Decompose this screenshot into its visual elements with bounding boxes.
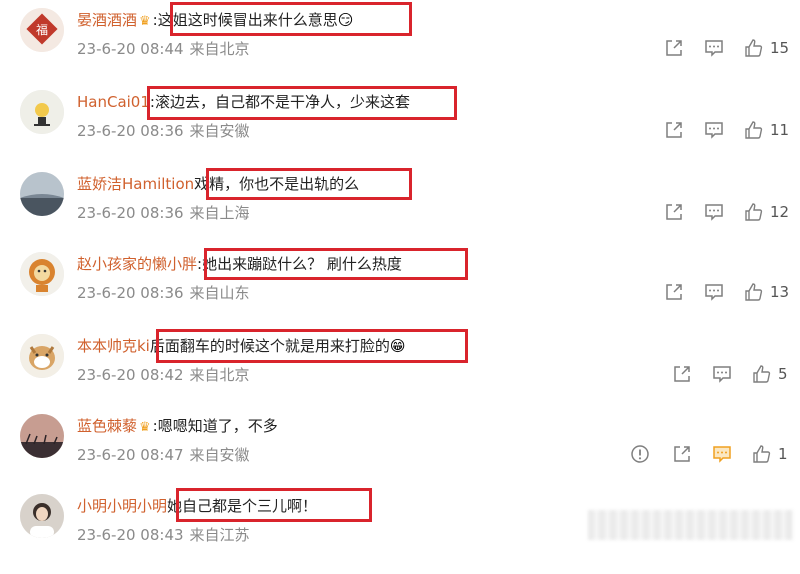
comment-meta: 23-6-20 08:43 来自江苏 [77,524,250,545]
comment-text: 后面翻车的时候这个就是用来打脸的 [149,337,390,355]
share-icon[interactable] [672,364,692,384]
comment-text: 戏精，你也不是出轨的么 [194,175,360,193]
comment-line: 小明小明小明她自己都是个三儿啊！ [77,494,317,518]
comment-actions: 13 [664,280,789,304]
like-button[interactable]: 12 [744,202,789,222]
comment-line: HanCai01:滚边去，自己都不是干净人，少来这套 [77,90,410,114]
comment-item: 赵小孩家的懒小胖:她出来蹦跶什么？ 刷什么热度 23-6-20 08:36 来自山… [0,248,800,332]
thumbs-up-icon [745,39,763,57]
comment-text: 她自己都是个三儿啊！ [167,497,318,515]
share-icon[interactable] [672,444,692,464]
username-link[interactable]: 赵小孩家的懒小胖 [77,255,197,273]
comment-time: 23-6-20 08:36 [77,122,184,140]
share-icon[interactable] [664,38,684,58]
comment-text: :滚边去，自己都不是干净人，少来这套 [149,93,410,111]
username-link[interactable]: 晏酒酒酒 [77,11,137,29]
avatar[interactable]: 福 [20,8,64,52]
like-button[interactable]: 15 [744,38,789,58]
comment-meta: 23-6-20 08:36 来自山东 [77,282,250,303]
avatar[interactable] [20,90,64,134]
comment-time: 23-6-20 08:36 [77,284,184,302]
thumbs-up-icon [753,365,771,383]
like-button[interactable]: 5 [752,364,794,384]
avatar[interactable] [20,414,64,458]
comment-location: 来自山东 [189,284,250,302]
thumbs-up-icon [745,121,763,139]
comment-icon[interactable] [712,444,732,464]
vip-crown-icon: ♛ [139,420,151,435]
comment-icon[interactable] [704,282,724,302]
comment-actions: 11 [664,118,789,142]
share-icon[interactable] [664,202,684,222]
comment-location: 来自安徽 [189,122,250,140]
emoji: 😁 [389,337,406,355]
comment-time: 23-6-20 08:43 [77,526,184,544]
comment-meta: 23-6-20 08:47 来自安徽 [77,444,250,465]
like-count: 13 [770,283,790,301]
share-icon[interactable] [664,282,684,302]
vip-crown-icon: ♛ [139,14,151,29]
username-link[interactable]: 本本帅克ki [77,337,150,355]
comment-text: :她出来蹦跶什么？ 刷什么热度 [197,255,402,273]
comment-line: 蓝色棘藜 ♛:嗯嗯知道了，不多 [77,414,278,438]
username-link[interactable]: HanCai01 [77,93,150,111]
comment-icon[interactable] [712,364,732,384]
avatar[interactable] [20,334,64,378]
comment-item: 本本帅克ki后面翻车的时候这个就是用来打脸的😁 23-6-20 08:42 来自北… [0,329,800,414]
comment-actions: 5 [672,362,794,386]
like-count: 11 [770,121,790,139]
username-link[interactable]: 蓝色棘藜 [77,417,137,435]
avatar[interactable] [20,252,64,296]
share-icon[interactable] [664,120,684,140]
avatar[interactable] [20,494,64,538]
comment-time: 23-6-20 08:47 [77,446,184,464]
like-count: 5 [778,365,788,383]
comment-meta: 23-6-20 08:42 来自北京 [77,364,250,385]
comment-item: 福 晏酒酒酒 ♛:这姐这时候冒出来什么意思😏 23-6-20 08:44 来自北京 … [0,2,800,88]
comment-location: 来自北京 [189,366,250,384]
comment-item: 蓝娇洁Hamiltion戏精，你也不是出轨的么 23-6-20 08:36 来自上… [0,168,800,252]
comment-meta: 23-6-20 08:36 来自上海 [77,202,250,223]
username-link[interactable]: 蓝娇洁Hamiltion [77,175,194,193]
thumbs-up-icon [745,203,763,221]
like-count: 12 [770,203,790,221]
comment-line: 晏酒酒酒 ♛:这姐这时候冒出来什么意思😏 [77,8,353,32]
comment-location: 来自北京 [189,40,250,58]
like-count: 1 [778,445,788,463]
comment-text: :嗯嗯知道了，不多 [152,417,278,435]
comment-actions: 15 [664,36,789,60]
comment-time: 23-6-20 08:44 [77,40,184,58]
comment-line: 蓝娇洁Hamiltion戏精，你也不是出轨的么 [77,172,359,196]
watermark-blur [588,510,793,540]
comment-actions: 12 [664,200,789,224]
username-link[interactable]: 小明小明小明 [77,497,167,515]
comment-line: 赵小孩家的懒小胖:她出来蹦跶什么？ 刷什么热度 [77,252,402,276]
thumbs-up-icon [745,283,763,301]
like-count: 15 [770,39,790,57]
comment-location: 来自江苏 [189,526,250,544]
comment-location: 来自上海 [189,204,250,222]
comment-meta: 23-6-20 08:44 来自北京 [77,38,250,59]
comment-line: 本本帅克ki后面翻车的时候这个就是用来打脸的😁 [77,334,406,358]
comment-icon[interactable] [704,38,724,58]
avatar[interactable] [20,172,64,216]
comment-icon[interactable] [704,120,724,140]
comment-item: 蓝色棘藜 ♛:嗯嗯知道了，不多 23-6-20 08:47 来自安徽 1 [0,414,800,494]
like-button[interactable]: 13 [744,282,789,302]
comment-time: 23-6-20 08:36 [77,204,184,222]
thumbs-up-icon [753,445,771,463]
report-icon[interactable] [630,444,650,464]
like-button[interactable]: 1 [752,444,794,464]
emoji: 😏 [337,11,354,29]
comment-text: :这姐这时候冒出来什么意思 [152,11,338,29]
comment-icon[interactable] [704,202,724,222]
like-button[interactable]: 11 [744,120,789,140]
comment-time: 23-6-20 08:42 [77,366,184,384]
comment-meta: 23-6-20 08:36 来自安徽 [77,120,250,141]
comment-item: HanCai01:滚边去，自己都不是干净人，少来这套 23-6-20 08:36… [0,86,800,170]
comment-actions: 1 [630,442,794,466]
svg-text:福: 福 [36,22,48,37]
comment-location: 来自安徽 [189,446,250,464]
